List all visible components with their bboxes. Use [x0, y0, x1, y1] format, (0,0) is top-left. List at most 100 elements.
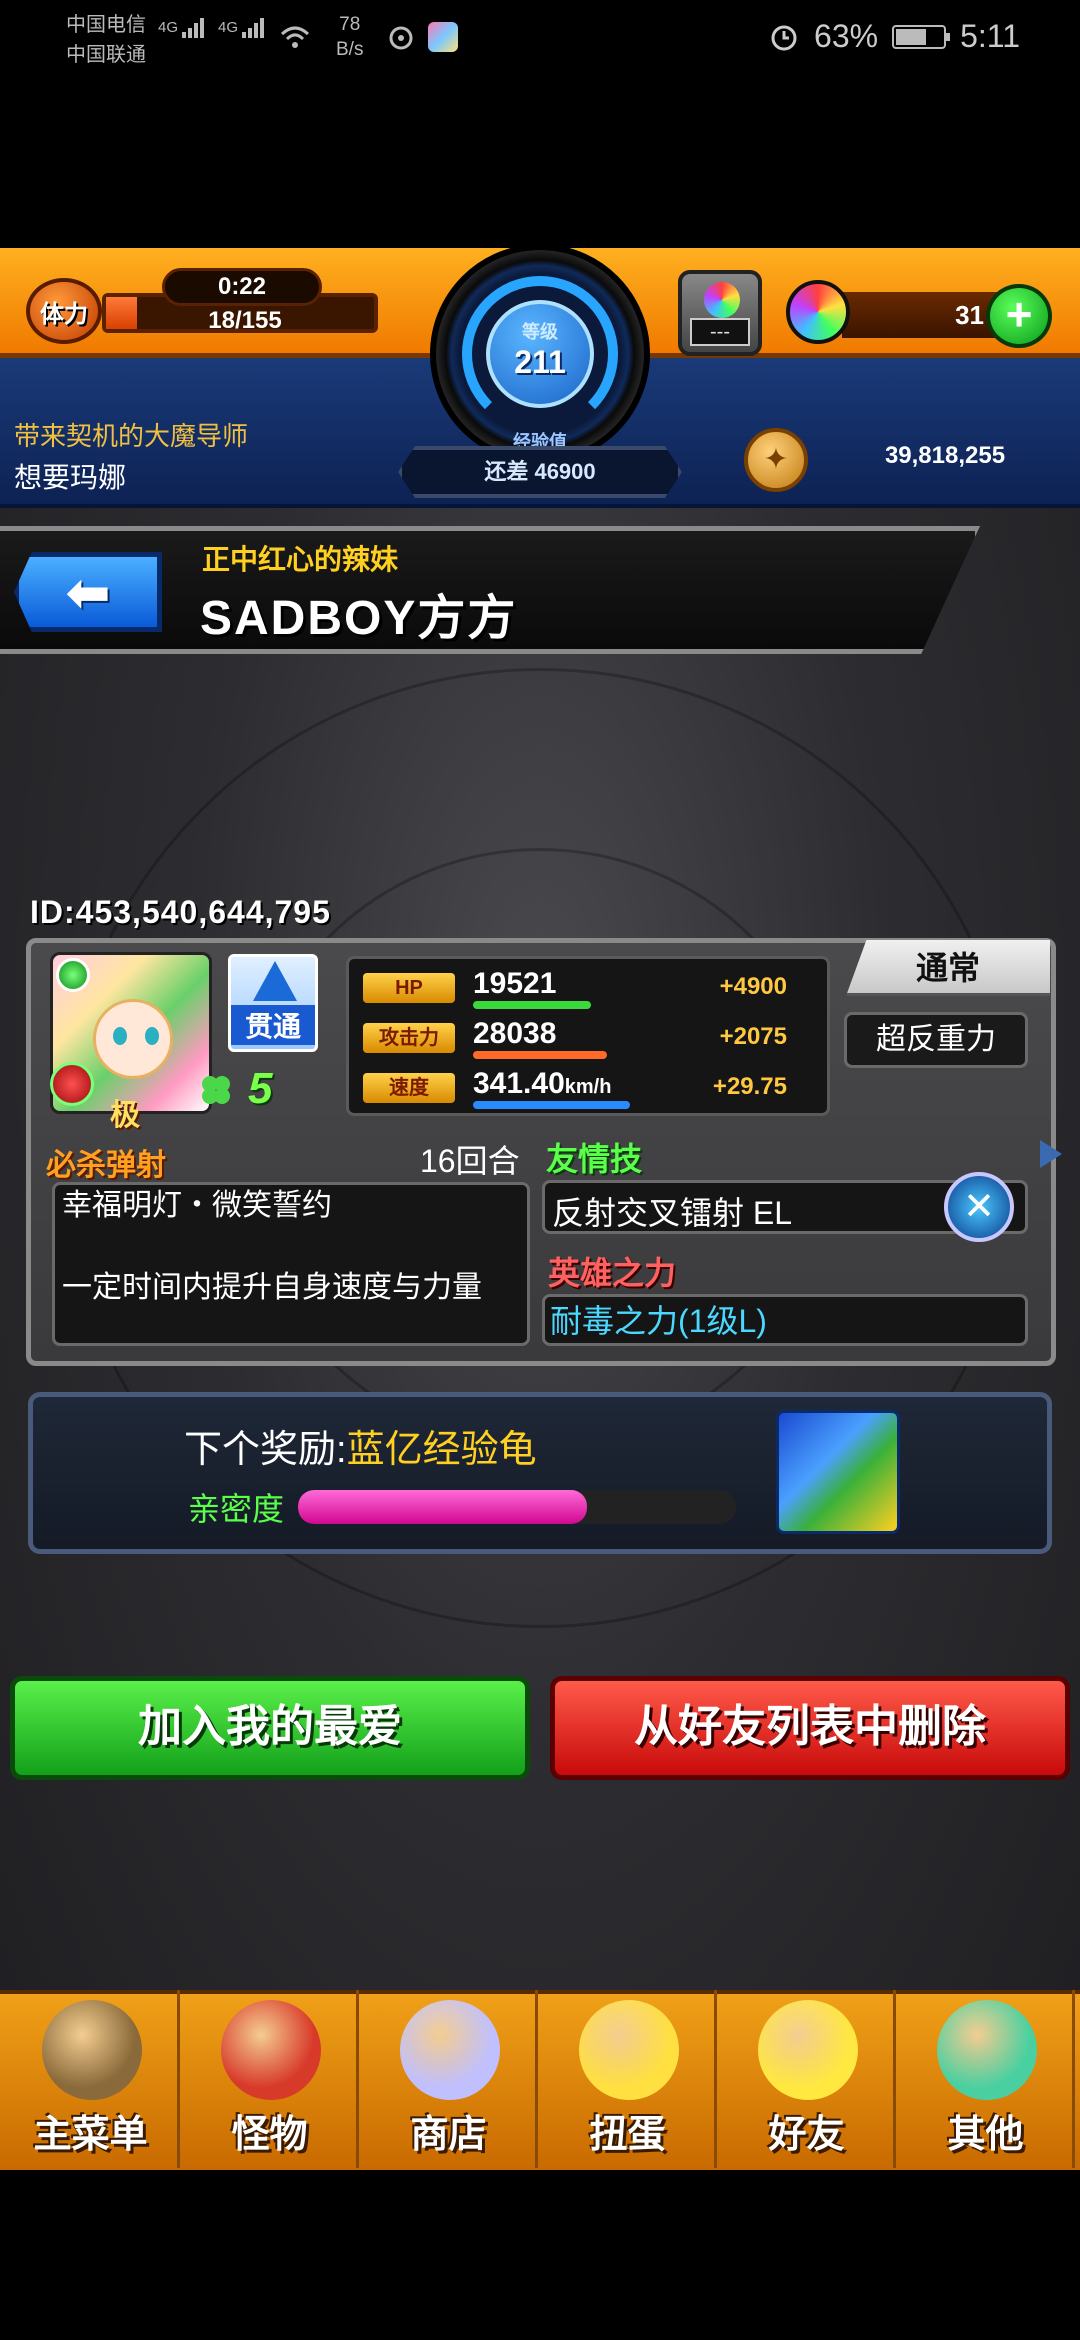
add-favorite-button[interactable]: 加入我的最爱: [10, 1676, 530, 1780]
ability-box: 超反重力: [844, 1012, 1028, 1068]
friendship-label: 友情技: [546, 1141, 643, 1177]
intimacy-bar: [298, 1490, 736, 1524]
system-nav-area: [0, 2170, 1080, 2340]
nav-monsters-button[interactable]: 怪物: [183, 1990, 359, 2168]
player-title: 带来契机的大魔导师: [14, 421, 249, 451]
nav-shop-button[interactable]: 商店: [362, 1990, 538, 2168]
orb-slot-value: ---: [690, 318, 750, 346]
nav-gacha-button[interactable]: 扭蛋: [541, 1990, 717, 2168]
stat-number-attack: 28038: [473, 1017, 557, 1050]
stat-number-hp: 19521: [473, 967, 557, 1000]
nav-shop-label: 商店: [410, 2114, 487, 2156]
stamina-value: 18/155: [208, 307, 282, 334]
strike-shot-label: 必杀弹射: [46, 1149, 166, 1182]
orb-count: 31: [955, 300, 984, 330]
stat-value-attack: 28038: [473, 1017, 556, 1051]
top-hud: 体力 0:22 18/155 等级 211 经验值 还差 46900 --- 3…: [0, 248, 1080, 513]
rainbow-orb-icon: [786, 280, 850, 344]
stamina-label: 体力: [40, 300, 88, 328]
friends-icon: [758, 2000, 858, 2100]
level-core: 等级 211: [486, 300, 594, 408]
net-speed: 78 B/s: [336, 12, 363, 62]
back-arrow-icon: ⬅: [65, 562, 111, 623]
clock: 5:11: [960, 18, 1020, 54]
stat-label-attack: 攻击力: [363, 1023, 455, 1053]
nav-other-label: 其他: [947, 2114, 1024, 2156]
remove-friend-button[interactable]: 从好友列表中删除: [550, 1676, 1070, 1780]
red-dragon-icon: [221, 2000, 321, 2100]
stat-plus-attack: +2075: [719, 1023, 787, 1050]
gallery-app-icon: [428, 22, 458, 52]
monster-type-tab: 通常: [846, 940, 1050, 996]
coin-count: 39,818,255: [884, 442, 1006, 469]
hero-power-label: 英雄之力: [548, 1255, 677, 1291]
stat-value-hp: 19521: [473, 967, 556, 1001]
hero-power-name: 耐毒之力(1级L): [550, 1303, 767, 1339]
nav-friends-button[interactable]: 好友: [720, 1990, 896, 2168]
exp-remaining: 还差 46900: [484, 459, 596, 484]
castle-gate-icon: [42, 2000, 142, 2100]
nav-main-menu-label: 主菜单: [33, 2114, 148, 2156]
stat-bar-speed: [473, 1101, 630, 1109]
next-reward: 下个奖励:蓝亿经验龟: [184, 1418, 537, 1473]
next-reward-value: 蓝亿经验龟: [346, 1429, 537, 1471]
back-button[interactable]: ⬅: [14, 552, 162, 632]
friendship-name: 反射交叉镭射 EL: [552, 1195, 793, 1231]
stat-plus-speed: +29.75: [712, 1073, 787, 1100]
signal-1-icon: 4G: [158, 18, 208, 38]
nav-gacha-label: 扭蛋: [589, 2114, 666, 2156]
strike-shot-turns: 16回合: [420, 1143, 520, 1179]
strike-shot-name: 幸福明灯・微笑誓约: [62, 1189, 332, 1222]
monster-eye-left: [113, 1027, 127, 1045]
luck-clover-icon: [202, 1076, 230, 1104]
stat-plus-hp: +4900: [719, 973, 787, 1000]
net-speed-value: 78: [339, 14, 361, 35]
stat-label-hp: HP: [363, 973, 455, 1003]
luck-value: 5: [248, 1064, 273, 1113]
rainbow-orb-icon: [400, 2000, 500, 2100]
nav-main-menu-button[interactable]: 主菜单: [4, 1990, 180, 2168]
battery-icon: [892, 24, 951, 49]
signal-1-label: 4G: [158, 18, 179, 36]
evolution-label: 极: [110, 1099, 140, 1132]
signal-2-label: 4G: [218, 18, 239, 36]
monster-eye-right: [145, 1027, 159, 1045]
stat-row-attack: 攻击力 28038 +2075: [349, 1015, 827, 1059]
stat-row-hp: HP 19521 +4900: [349, 965, 827, 1009]
stamina-icon: 体力: [26, 278, 102, 344]
status-bar: 中国电信 中国联通 4G 4G 78 B/s 63% 5:11: [0, 0, 1080, 76]
signal-2-icon: 4G: [218, 18, 268, 38]
stat-label-speed: 速度: [363, 1073, 455, 1103]
carrier-info: 中国电信 中国联通: [66, 10, 146, 70]
intimacy-label: 亲密度: [188, 1491, 285, 1527]
pierce-type-badge: 贯通: [228, 954, 318, 1052]
next-reward-label: 下个奖励:: [184, 1429, 347, 1471]
stat-number-speed: 341.40: [473, 1067, 565, 1100]
buy-orbs-plus-button[interactable]: +: [986, 284, 1052, 348]
gold-coin-icon: ✦: [744, 428, 808, 492]
evolution-icon: [50, 1062, 94, 1106]
nav-other-button[interactable]: 其他: [899, 1990, 1075, 2168]
player-name: 想要玛娜: [14, 462, 127, 493]
next-page-arrow-icon[interactable]: [1040, 1140, 1062, 1168]
alarm-icon: [771, 25, 797, 50]
nav-friends-label: 好友: [768, 2114, 845, 2156]
orb-slot-icon[interactable]: ---: [678, 270, 762, 356]
wood-element-icon: [56, 958, 90, 992]
cross-laser-icon: ✕: [944, 1172, 1014, 1242]
stat-value-speed: 341.40km/h: [473, 1067, 611, 1101]
net-speed-unit: B/s: [336, 39, 364, 60]
reward-monster-icon[interactable]: [776, 1410, 900, 1534]
stat-row-speed: 速度 341.40km/h +29.75: [349, 1065, 827, 1109]
stat-bar-hp: [473, 1001, 591, 1009]
stat-bar-attack: [473, 1051, 607, 1059]
battery-percent: 63%: [814, 18, 879, 54]
wifi-icon: [280, 26, 310, 48]
stamina-fill: [106, 297, 138, 329]
question-icon: [937, 2000, 1037, 2100]
orb-slot-ball-icon: [704, 282, 740, 318]
friend-id: ID:453,540,644,795: [30, 894, 331, 930]
stamina-timer: 0:22: [162, 268, 322, 306]
stats-panel: HP 19521 +4900 攻击力 28038 +2075 速度 341.40km/h +29…: [346, 956, 830, 1116]
pierce-arrow-icon: [253, 961, 297, 1001]
